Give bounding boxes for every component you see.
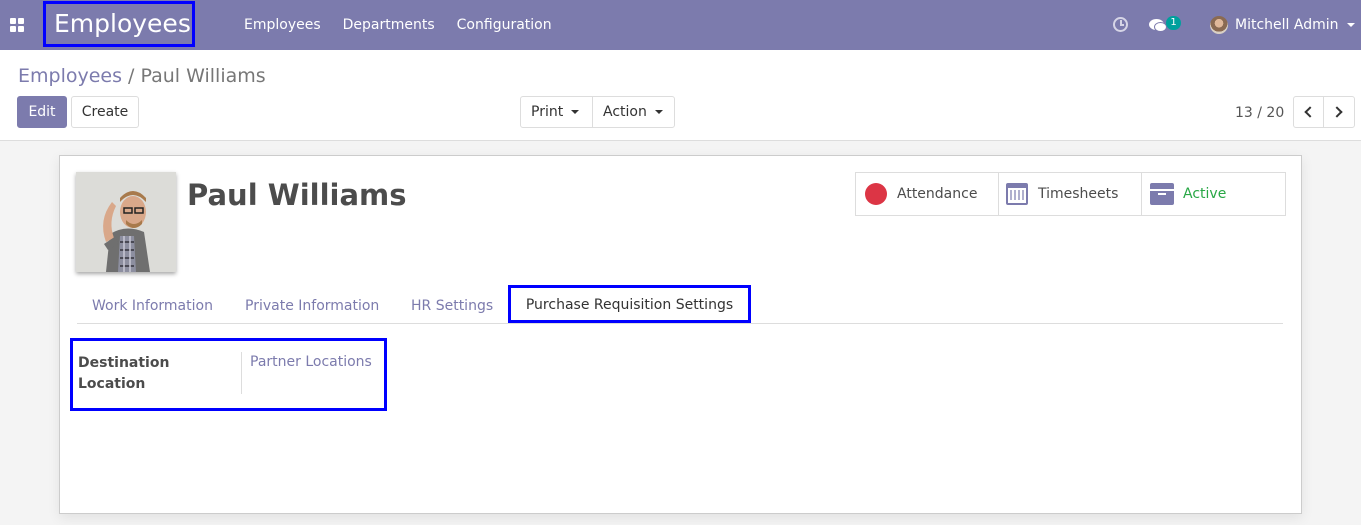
messaging-icon[interactable]: 1	[1149, 16, 1181, 36]
destination-location-value[interactable]: Partner Locations	[250, 354, 372, 370]
attendance-button[interactable]: Attendance	[855, 172, 999, 216]
calendar-icon	[1006, 183, 1028, 205]
attendance-label: Attendance	[897, 186, 978, 202]
menu-departments[interactable]: Departments	[332, 0, 446, 50]
active-label: Active	[1183, 186, 1227, 202]
caret-down-icon	[654, 110, 663, 114]
timesheets-button[interactable]: Timesheets	[998, 172, 1142, 216]
control-panel: Employees / Paul Williams Edit Create Pr…	[0, 50, 1361, 141]
user-menu[interactable]: Mitchell Admin	[1210, 0, 1355, 50]
destination-location-field: Destination Location Partner Locations	[70, 338, 387, 411]
employee-name: Paul Williams	[187, 178, 407, 212]
attendance-status-icon	[865, 183, 887, 205]
app-title[interactable]: Employees	[43, 1, 195, 47]
tab-work-information[interactable]: Work Information	[92, 284, 213, 324]
destination-location-label: Destination Location	[78, 355, 170, 392]
chevron-left-icon	[1304, 106, 1316, 118]
chevron-right-icon	[1331, 106, 1343, 118]
tab-hr-settings[interactable]: HR Settings	[411, 284, 493, 324]
action-dropdown[interactable]: Action	[592, 96, 675, 128]
user-name: Mitchell Admin	[1235, 17, 1339, 33]
action-label: Action	[603, 104, 647, 120]
breadcrumb: Employees / Paul Williams	[18, 64, 266, 88]
apps-menu-icon[interactable]	[10, 18, 24, 32]
main-menu: Employees Departments Configuration	[233, 0, 563, 50]
print-dropdown[interactable]: Print	[520, 96, 593, 128]
print-label: Print	[531, 104, 564, 120]
menu-employees[interactable]: Employees	[233, 0, 332, 50]
activity-clock-icon[interactable]	[1113, 17, 1128, 32]
message-count-badge: 1	[1166, 16, 1181, 30]
breadcrumb-separator: /	[128, 65, 135, 87]
tab-purchase-requisition-settings[interactable]: Purchase Requisition Settings	[508, 285, 751, 323]
field-divider	[241, 352, 242, 394]
breadcrumb-current: Paul Williams	[140, 65, 266, 87]
pager-previous-button[interactable]	[1293, 96, 1325, 128]
pager-value[interactable]: 13 / 20	[1235, 105, 1284, 121]
edit-button[interactable]: Edit	[17, 96, 67, 128]
top-navbar: Employees Employees Departments Configur…	[0, 0, 1361, 50]
timesheets-label: Timesheets	[1038, 186, 1119, 202]
user-avatar	[1210, 16, 1228, 34]
menu-configuration[interactable]: Configuration	[446, 0, 563, 50]
breadcrumb-employees[interactable]: Employees	[18, 65, 122, 87]
caret-down-icon	[571, 110, 580, 114]
archive-icon	[1150, 183, 1174, 205]
create-button[interactable]: Create	[71, 96, 139, 128]
employee-photo[interactable]	[76, 172, 176, 272]
tab-private-information[interactable]: Private Information	[245, 284, 379, 324]
form-tabs: Work Information Private Information HR …	[77, 284, 1283, 324]
active-toggle-button[interactable]: Active	[1141, 172, 1286, 216]
pager-next-button[interactable]	[1323, 96, 1355, 128]
employee-form-sheet: Paul Williams Attendance Timesheets Acti…	[59, 155, 1302, 514]
chevron-down-icon	[1346, 23, 1355, 27]
